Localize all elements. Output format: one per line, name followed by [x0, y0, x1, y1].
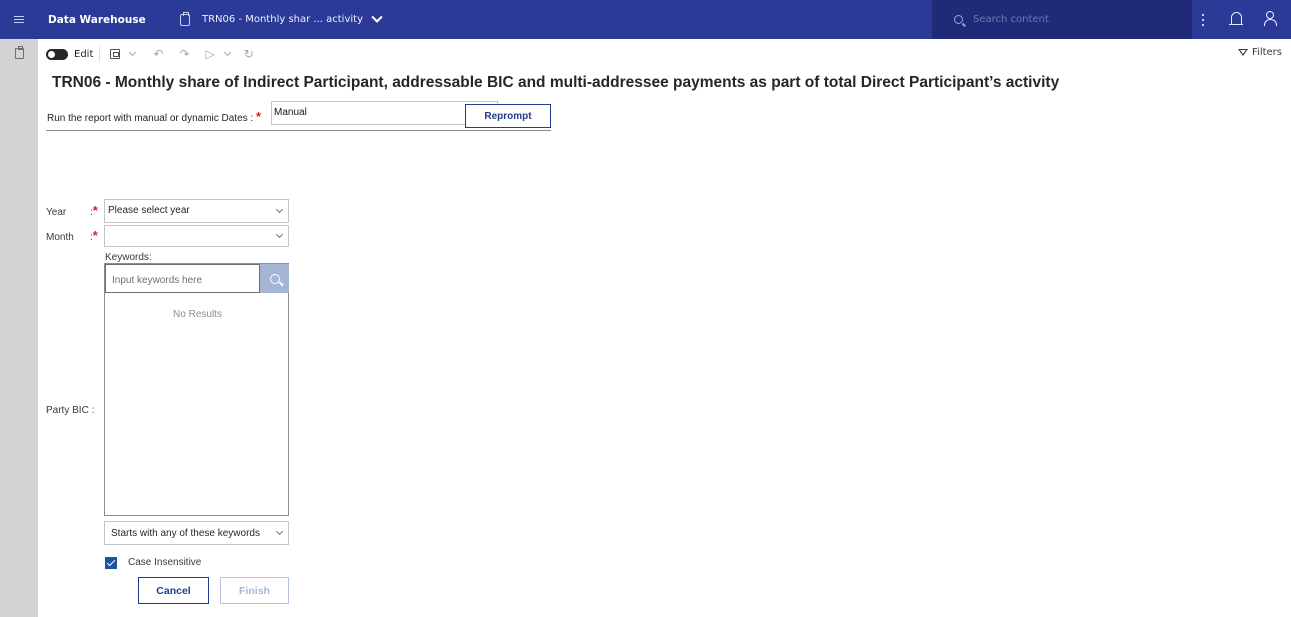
search-icon — [954, 15, 963, 24]
tab-label: TRN06 - Monthly shar ... activity — [202, 14, 363, 25]
clipboard-icon — [180, 11, 190, 26]
refresh-icon[interactable]: ↻ — [244, 47, 254, 61]
chevron-down-icon[interactable] — [371, 11, 383, 23]
no-results-text: No Results — [173, 309, 222, 320]
report-tab[interactable]: TRN06 - Monthly shar ... activity — [180, 11, 383, 26]
keywords-label: Keywords: — [105, 252, 152, 263]
search-box[interactable]: Search content — [932, 0, 1192, 39]
keyword-match-value: Starts with any of these keywords — [111, 528, 260, 539]
save-options-chevron-icon[interactable] — [129, 48, 137, 57]
save-icon[interactable] — [110, 49, 121, 59]
reprompt-button[interactable]: Reprompt — [465, 104, 551, 128]
case-insensitive-label: Case Insensitive — [128, 557, 202, 568]
menu-icon[interactable] — [0, 0, 38, 39]
left-side-panel — [0, 39, 38, 617]
keyword-match-select[interactable]: Starts with any of these keywords — [104, 521, 289, 545]
keywords-input[interactable]: Input keywords here — [105, 264, 260, 293]
search-icon — [269, 273, 280, 284]
user-profile-icon[interactable] — [1264, 11, 1277, 26]
page-title: TRN06 - Monthly share of Indirect Partic… — [52, 74, 1060, 91]
finish-button[interactable]: Finish — [220, 577, 289, 604]
required-marker: * — [256, 109, 262, 124]
required-marker: * — [92, 203, 98, 218]
year-required: :* — [90, 203, 98, 218]
top-bar: Data Warehouse TRN06 - Monthly shar ... … — [0, 0, 1291, 39]
search-input[interactable]: Search content — [973, 14, 1049, 25]
year-label: Year — [46, 207, 67, 218]
edit-label[interactable]: Edit — [74, 49, 93, 60]
year-select-value: Please select year — [108, 205, 190, 216]
more-options-icon[interactable] — [1202, 14, 1205, 26]
party-bic-search-panel: Input keywords here No Results — [104, 263, 289, 516]
required-marker: * — [92, 228, 98, 243]
toolbar-divider — [99, 46, 101, 62]
month-select[interactable] — [104, 225, 289, 247]
cancel-button[interactable]: Cancel — [138, 577, 209, 604]
dates-mode-select[interactable]: Manual — [271, 101, 498, 125]
undo-icon[interactable]: ↶ — [153, 47, 163, 61]
chevron-down-icon — [275, 205, 284, 214]
month-required: :* — [90, 228, 98, 243]
dates-mode-value: Manual — [274, 107, 307, 118]
dates-prompt-label: Run the report with manual or dynamic Da… — [47, 109, 261, 124]
run-icon[interactable]: ▷ — [206, 47, 215, 61]
filters-button[interactable]: Filters — [1238, 47, 1282, 58]
dates-prompt-row: Run the report with manual or dynamic Da… — [46, 101, 551, 131]
clipboard-icon[interactable] — [15, 46, 24, 59]
chevron-down-icon — [275, 527, 284, 536]
party-bic-label: Party BIC : — [46, 405, 95, 416]
filter-icon — [1238, 49, 1249, 56]
notification-bell-icon[interactable] — [1229, 12, 1243, 25]
redo-icon[interactable]: ↷ — [179, 47, 189, 61]
case-insensitive-checkbox[interactable] — [105, 557, 117, 569]
app-title[interactable]: Data Warehouse — [48, 14, 172, 26]
month-label: Month — [46, 232, 74, 243]
edit-toggle[interactable] — [46, 48, 68, 60]
report-toolbar: Edit ↶ ↷ ▷ ↻ Filters — [38, 39, 1291, 69]
year-select[interactable]: Please select year — [104, 199, 289, 223]
filters-label: Filters — [1252, 47, 1282, 58]
run-options-chevron-icon[interactable] — [223, 48, 231, 57]
dates-prompt-text: Run the report with manual or dynamic Da… — [47, 113, 254, 124]
chevron-down-icon — [275, 230, 284, 239]
keywords-search-button[interactable] — [260, 264, 289, 293]
